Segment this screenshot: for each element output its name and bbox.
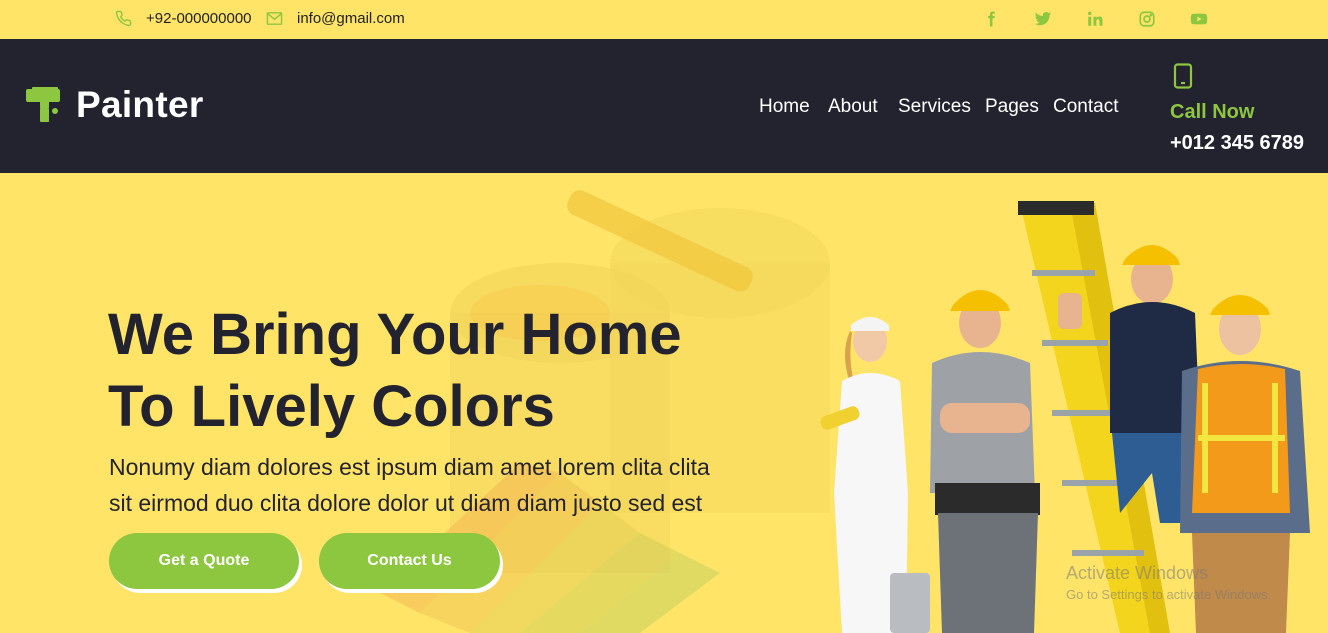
nav-contact[interactable]: Contact — [1053, 96, 1118, 118]
hero-section: We Bring Your Home To Lively Colors Nonu… — [0, 173, 1328, 633]
hero-description-line-2: sit eirmod duo clita dolore dolor ut dia… — [109, 490, 703, 516]
nav-services[interactable]: Services — [898, 96, 971, 118]
hero-title: We Bring Your Home To Lively Colors — [108, 299, 808, 443]
nav-about[interactable]: About — [828, 96, 878, 118]
twitter-icon[interactable] — [1034, 10, 1052, 28]
phone-icon — [115, 10, 132, 27]
hero-title-line-1: We Bring Your Home — [108, 302, 682, 367]
top-phone-text: +92-000000000 — [146, 10, 252, 27]
brand-name: Painter — [76, 84, 204, 125]
get-a-quote-button[interactable]: Get a Quote — [109, 533, 299, 589]
paint-roller-icon — [26, 87, 60, 122]
hero-title-line-2: To Lively Colors — [108, 374, 555, 439]
top-bar: +92-000000000 info@gmail.com — [0, 0, 1328, 39]
mobile-phone-icon — [1173, 63, 1193, 89]
brand-logo[interactable]: Painter — [26, 84, 204, 126]
facebook-icon[interactable] — [982, 10, 1000, 28]
hero-description: Nonumy diam dolores est ipsum diam amet … — [109, 449, 769, 521]
hero-description-line-1: Nonumy diam dolores est ipsum diam amet … — [109, 454, 710, 480]
linkedin-icon[interactable] — [1086, 10, 1104, 28]
instagram-icon[interactable] — [1138, 10, 1156, 28]
windows-watermark-title: Activate Windows — [1066, 563, 1209, 583]
mail-icon — [266, 12, 283, 25]
contact-us-button[interactable]: Contact Us — [319, 533, 500, 589]
navbar: Painter Home About Services Pages Contac… — [0, 39, 1328, 173]
windows-watermark-subtitle: Go to Settings to activate Windows. — [1066, 587, 1272, 602]
top-phone[interactable]: +92-000000000 — [115, 10, 252, 27]
call-now-number[interactable]: +012 345 6789 — [1170, 132, 1304, 155]
worker-painter-woman — [820, 317, 930, 633]
call-now-label: Call Now — [1170, 101, 1255, 123]
nav-home[interactable]: Home — [759, 96, 810, 118]
worker-grey-shirt — [930, 290, 1040, 633]
top-email[interactable]: info@gmail.com — [266, 10, 405, 27]
youtube-icon[interactable] — [1190, 10, 1208, 28]
nav-pages[interactable]: Pages — [985, 96, 1039, 118]
top-email-text: info@gmail.com — [297, 10, 405, 27]
